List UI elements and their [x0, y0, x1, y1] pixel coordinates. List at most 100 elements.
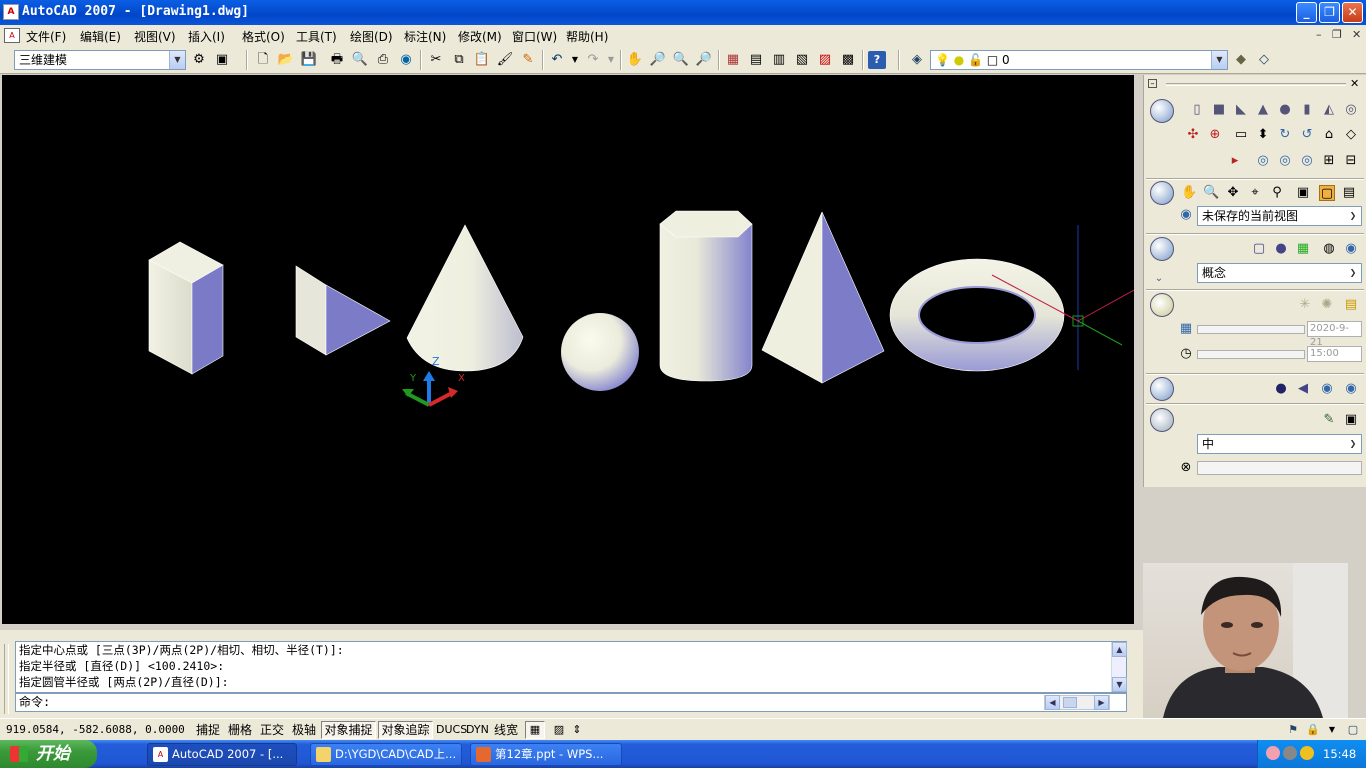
interfere-icon[interactable]: ⊞ — [1321, 153, 1337, 169]
zoom-previous-icon[interactable]: 🔎 — [695, 51, 713, 69]
box-tool-icon[interactable]: ■ — [1211, 102, 1227, 118]
properties-icon[interactable]: ▦ — [724, 51, 742, 69]
workspace-select[interactable]: 三维建模 ▼ — [14, 50, 186, 70]
autocad-icon[interactable]: A — [3, 4, 19, 20]
ortho-toggle[interactable]: 正交 — [257, 721, 287, 739]
mdi-minimize-button[interactable]: – — [1316, 28, 1322, 41]
help-icon[interactable]: ? — [868, 51, 886, 69]
copy-icon[interactable]: ⧉ — [450, 51, 468, 69]
calculator-icon[interactable]: ▩ — [839, 51, 857, 69]
time-field[interactable]: 15:00 — [1307, 346, 1362, 362]
menu-file[interactable]: 文件(F) — [26, 28, 66, 45]
grid-toggle[interactable]: 栅格 — [225, 721, 255, 739]
task-autocad[interactable]: A AutoCAD 2007 - [... — [147, 743, 297, 766]
make-layer-current-icon[interactable]: ◆ — [1232, 51, 1250, 69]
menu-insert[interactable]: 插入(I) — [188, 28, 225, 45]
render-window-icon[interactable]: ▣ — [1343, 412, 1359, 428]
3d-dwf-icon[interactable]: ◉ — [397, 51, 415, 69]
render-panel-icon[interactable] — [1150, 408, 1174, 432]
render-icon[interactable]: ✎ — [1321, 412, 1337, 428]
lineweight-toggle[interactable]: 线宽 — [491, 721, 521, 739]
paste-icon[interactable]: 📋 — [473, 51, 491, 69]
history-scrollbar[interactable]: ▲ ▼ — [1111, 642, 1127, 692]
open-file-icon[interactable]: 📂 — [277, 51, 295, 69]
zoom-window-icon[interactable]: 🔍 — [672, 51, 690, 69]
minimize-button[interactable]: _ — [1296, 2, 1317, 23]
clean-screen-icon[interactable]: ▢ — [1344, 721, 1362, 739]
3d-rotate-icon[interactable]: ⊕ — [1207, 127, 1223, 143]
menu-dimension[interactable]: 标注(N) — [404, 28, 446, 45]
cylinder-tool-icon[interactable]: ▮ — [1299, 102, 1315, 118]
visual-style-select[interactable]: 概念 ❯ — [1197, 263, 1362, 283]
exposure-slider[interactable] — [1197, 461, 1362, 475]
expand-chevron-icon[interactable]: ⌄ — [1151, 271, 1167, 287]
mdi-restore-button[interactable]: ❐ — [1332, 28, 1342, 41]
layer-previous-icon[interactable]: ◇ — [1255, 51, 1273, 69]
menu-tools[interactable]: 工具(T) — [296, 28, 337, 45]
menu-draw[interactable]: 绘图(D) — [350, 28, 393, 45]
sphere-solid[interactable] — [561, 313, 639, 391]
drawing-viewport[interactable]: Z Y X — [2, 75, 1134, 624]
status-menu-icon[interactable]: ⇕ — [571, 721, 583, 739]
block-editor-icon[interactable]: ✎ — [519, 51, 537, 69]
undo-dropdown-icon[interactable]: ▼ — [566, 51, 584, 69]
date-slider[interactable] — [1197, 325, 1305, 334]
tray-app-icon[interactable] — [1266, 746, 1280, 760]
tray-volume-icon[interactable] — [1283, 746, 1297, 760]
scroll-right-icon[interactable]: ▶ — [1094, 695, 1109, 710]
section-plane-icon[interactable]: ▸ — [1227, 153, 1243, 169]
panel-collapse-button[interactable]: – — [1148, 79, 1157, 88]
material-sphere-icon[interactable]: ● — [1273, 381, 1289, 397]
box-solid[interactable] — [148, 241, 224, 375]
shade-icon[interactable]: ● — [1273, 241, 1289, 257]
hide-icon[interactable]: ▢ — [1251, 241, 1267, 257]
sweep-icon[interactable]: ↻ — [1277, 127, 1293, 143]
3d-navigate-panel-icon[interactable] — [1150, 181, 1174, 205]
sheet-set-icon[interactable]: ▧ — [793, 51, 811, 69]
3d-zoom-icon[interactable]: 🔍 — [1203, 185, 1219, 201]
pan-icon[interactable]: ✋ — [626, 51, 644, 69]
menu-edit[interactable]: 编辑(E) — [80, 28, 121, 45]
viewport-scale-icon[interactable]: ▨ — [549, 721, 569, 739]
plot-preview-icon[interactable]: 🔍 — [351, 51, 369, 69]
menu-modify[interactable]: 修改(M) — [458, 28, 502, 45]
design-center-icon[interactable]: ▤ — [747, 51, 765, 69]
command-input[interactable]: 命令: — [15, 693, 1127, 712]
chevron-down-icon[interactable]: ▼ — [1211, 51, 1227, 69]
slice-icon[interactable]: ◇ — [1343, 127, 1359, 143]
panel-close-icon[interactable]: ✕ — [1350, 77, 1359, 90]
coordinate-readout[interactable]: 919.0584, -582.6088, 0.0000 — [6, 723, 185, 736]
sphere-tool-icon[interactable]: ● — [1277, 102, 1293, 118]
visual-styles-panel-icon[interactable] — [1150, 237, 1174, 261]
publish-icon[interactable]: ⎙ — [374, 51, 392, 69]
mdi-close-button[interactable]: ✕ — [1352, 28, 1361, 41]
extrude-icon[interactable]: ▭ — [1233, 127, 1249, 143]
union-icon[interactable]: ◎ — [1255, 153, 1271, 169]
plot-icon[interactable]: 🖶 — [328, 51, 346, 69]
parallel-icon[interactable]: ▤ — [1341, 185, 1357, 201]
3d-pan-icon[interactable]: ✋ — [1181, 185, 1197, 201]
markup-icon[interactable]: ▨ — [816, 51, 834, 69]
scroll-down-icon[interactable]: ▼ — [1112, 677, 1127, 692]
tool-palettes-icon[interactable]: ▥ — [770, 51, 788, 69]
menu-view[interactable]: 视图(V) — [134, 28, 176, 45]
osnap-toggle[interactable]: 对象捕捉 — [321, 721, 376, 739]
wedge-tool-icon[interactable]: ◣ — [1233, 102, 1249, 118]
chevron-down-icon[interactable]: ❯ — [1345, 264, 1361, 282]
start-button[interactable]: 开始 — [0, 740, 97, 768]
menu-help[interactable]: 帮助(H) — [566, 28, 608, 45]
command-hscrollbar[interactable]: ◀ ▶ — [1044, 695, 1110, 710]
tray-update-icon[interactable] — [1300, 746, 1314, 760]
polar-toggle[interactable]: 极轴 — [289, 721, 319, 739]
close-button[interactable]: ✕ — [1342, 2, 1363, 23]
torus-tool-icon[interactable]: ◎ — [1343, 102, 1359, 118]
materials-icon[interactable]: ◉ — [1319, 381, 1335, 397]
panel-grip[interactable] — [1166, 83, 1346, 86]
presspull-icon[interactable]: ⬍ — [1255, 127, 1271, 143]
camera-icon[interactable]: ⌖ — [1247, 185, 1263, 201]
3d-move-icon[interactable]: ✣ — [1185, 127, 1201, 143]
snap-toggle[interactable]: 捕捉 — [193, 721, 223, 739]
scroll-thumb[interactable] — [1063, 697, 1077, 708]
otrack-toggle[interactable]: 对象追踪 — [378, 721, 433, 739]
redo-dropdown-icon[interactable]: ▼ — [602, 51, 620, 69]
